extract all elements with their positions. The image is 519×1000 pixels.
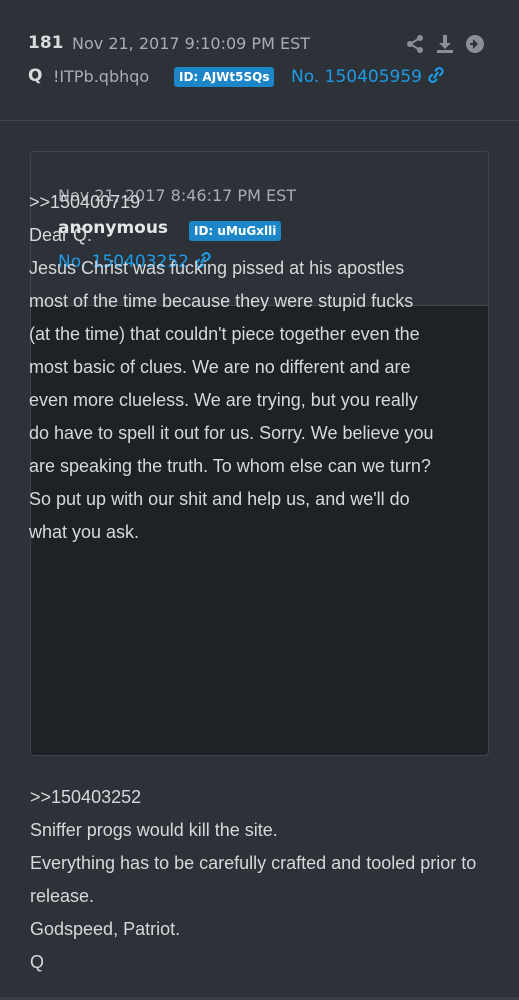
post-header: 181 Nov 21, 2017 9:10:09 PM EST Q !ITPb.… (0, 0, 519, 121)
post-number-link[interactable]: No. 150405959 (291, 66, 446, 87)
post-line: Godspeed, Patriot. (30, 919, 181, 939)
post-date: Nov 21, 2017 9:10:09 PM EST (72, 34, 310, 53)
forward-arrow-icon[interactable] (464, 33, 486, 55)
post-reference[interactable]: >>150403252 (30, 781, 500, 814)
quoted-post-line: Jesus Christ was fucking pissed at his a… (29, 258, 434, 542)
post-body: >>150403252 Sniffer progs would kill the… (30, 781, 500, 979)
quoted-post-line: Dear Q: (29, 225, 93, 245)
download-icon[interactable] (434, 33, 456, 55)
link-icon (428, 66, 444, 84)
post-line: Sniffer progs would kill the site. (30, 820, 278, 840)
share-icon[interactable] (404, 33, 426, 55)
post-number: 181 (28, 33, 64, 53)
quoted-post-body: >>150400719 Dear Q: Jesus Christ was fuc… (29, 186, 439, 549)
quoted-post-reference[interactable]: >>150400719 (29, 186, 439, 219)
post-id-badge: ID: AJWt5SQs (174, 67, 275, 87)
post-line: Everything has to be carefully crafted a… (30, 853, 477, 906)
post-author: Q (28, 66, 43, 86)
post-signature: Q (30, 952, 45, 972)
post-number-link-label: No. 150405959 (291, 67, 422, 87)
post-tripcode: !ITPb.qbhqo (53, 67, 150, 86)
post-actions (404, 33, 486, 55)
